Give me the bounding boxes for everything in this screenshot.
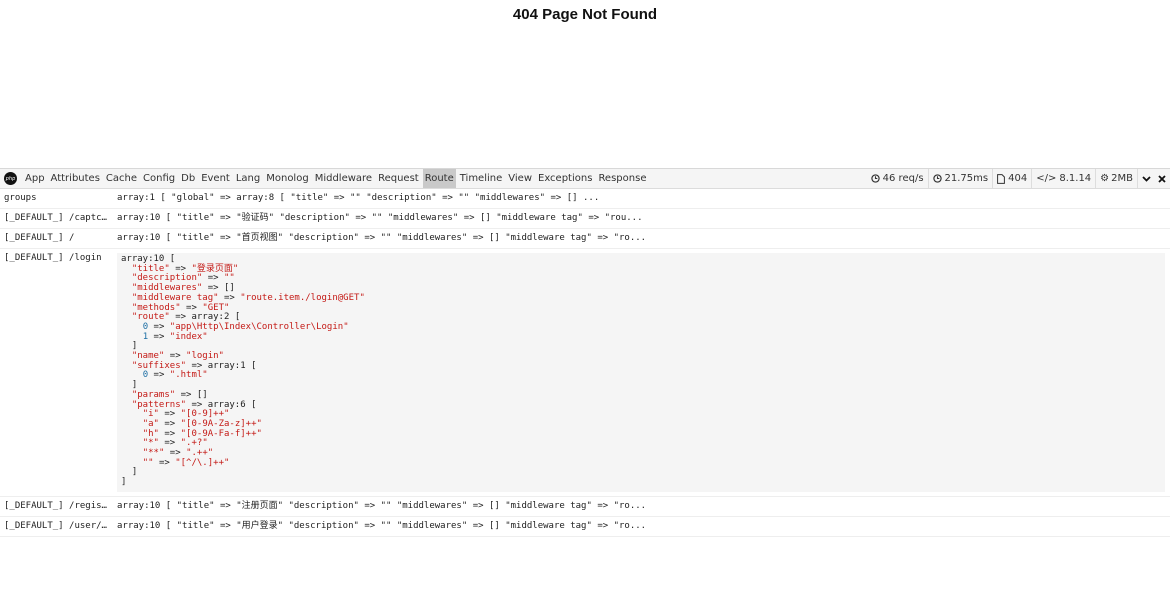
status-indicator: 404 (993, 169, 1033, 188)
route-key: [_DEFAULT_] /login (4, 253, 102, 263)
route-key: [_DEFAULT_] /captc… (4, 213, 107, 223)
route-row-groups[interactable]: groups array:1 [ "global" => array:8 [ "… (0, 189, 1170, 209)
route-row-register[interactable]: [_DEFAULT_] /regis… array:10 [ "title" =… (0, 497, 1170, 517)
tab-lang[interactable]: Lang (234, 169, 262, 188)
status-value: 404 (1008, 173, 1028, 184)
route-row-root[interactable]: [_DEFAULT_] / array:10 [ "title" => "首页视… (0, 229, 1170, 249)
tab-db[interactable]: Db (179, 169, 197, 188)
tab-response[interactable]: Response (596, 169, 648, 188)
debug-bar: php App Attributes Cache Config Db Event… (0, 168, 1170, 592)
login-dump[interactable]: array:10 [ "title" => "登录页面" "descriptio… (117, 253, 1165, 492)
route-value[interactable]: array:10 [ "title" => "注册页面" "descriptio… (114, 497, 646, 516)
debugbar-logo-icon[interactable]: php (4, 172, 17, 185)
requests-indicator: 46 req/s (867, 169, 929, 188)
route-list: groups array:1 [ "global" => array:8 [ "… (0, 189, 1170, 537)
tab-monolog[interactable]: Monolog (264, 169, 310, 188)
tab-event[interactable]: Event (199, 169, 232, 188)
route-value[interactable]: array:10 [ "title" => "验证码" "description… (114, 209, 643, 228)
code-icon: </> (1036, 173, 1057, 184)
timer-icon (932, 174, 942, 183)
route-value[interactable]: array:10 [ "title" => "用户登录" "descriptio… (114, 517, 646, 536)
tab-request[interactable]: Request (376, 169, 421, 188)
route-key: [_DEFAULT_] /user/… (4, 520, 107, 531)
route-row-captcha[interactable]: [_DEFAULT_] /captc… array:10 [ "title" =… (0, 209, 1170, 229)
tab-route[interactable]: Route (422, 169, 456, 188)
tab-attributes[interactable]: Attributes (49, 169, 102, 188)
route-row-user[interactable]: [_DEFAULT_] /user/… array:10 [ "title" =… (0, 517, 1170, 537)
route-key: groups (4, 193, 37, 203)
clock-icon (870, 174, 880, 183)
requests-value: 46 req/s (882, 173, 924, 184)
dump-content: array:10 [ "title" => "登录页面" "descriptio… (121, 254, 365, 488)
route-value[interactable]: array:10 [ "title" => "首页视图" "descriptio… (114, 229, 646, 248)
tab-exceptions[interactable]: Exceptions (536, 169, 594, 188)
tab-middleware[interactable]: Middleware (313, 169, 374, 188)
debug-toolbar: php App Attributes Cache Config Db Event… (0, 169, 1170, 189)
route-key: [_DEFAULT_] / (4, 233, 75, 243)
time-indicator: 21.75ms (929, 169, 994, 188)
tab-cache[interactable]: Cache (104, 169, 139, 188)
tab-view[interactable]: View (506, 169, 534, 188)
version-indicator: </> 8.1.14 (1032, 169, 1097, 188)
memory-indicator: ⚙ 2MB (1096, 169, 1138, 188)
tab-app[interactable]: App (23, 169, 47, 188)
route-row-login[interactable]: [_DEFAULT_] /login array:10 [ "title" =>… (0, 249, 1170, 497)
file-icon (997, 173, 1006, 184)
collapse-chevron-down-icon[interactable] (1138, 169, 1154, 188)
page-title: 404 Page Not Found (512, 6, 658, 23)
route-value[interactable]: array:1 [ "global" => array:8 [ "title" … (114, 189, 599, 208)
route-key: [_DEFAULT_] /regis… (4, 500, 107, 511)
close-icon[interactable] (1154, 169, 1170, 188)
version-value: 8.1.14 (1059, 173, 1092, 184)
time-value: 21.75ms (944, 173, 989, 184)
memory-value: 2MB (1111, 173, 1133, 184)
tab-config[interactable]: Config (141, 169, 177, 188)
tab-timeline[interactable]: Timeline (458, 169, 505, 188)
cogs-icon: ⚙ (1100, 173, 1110, 184)
